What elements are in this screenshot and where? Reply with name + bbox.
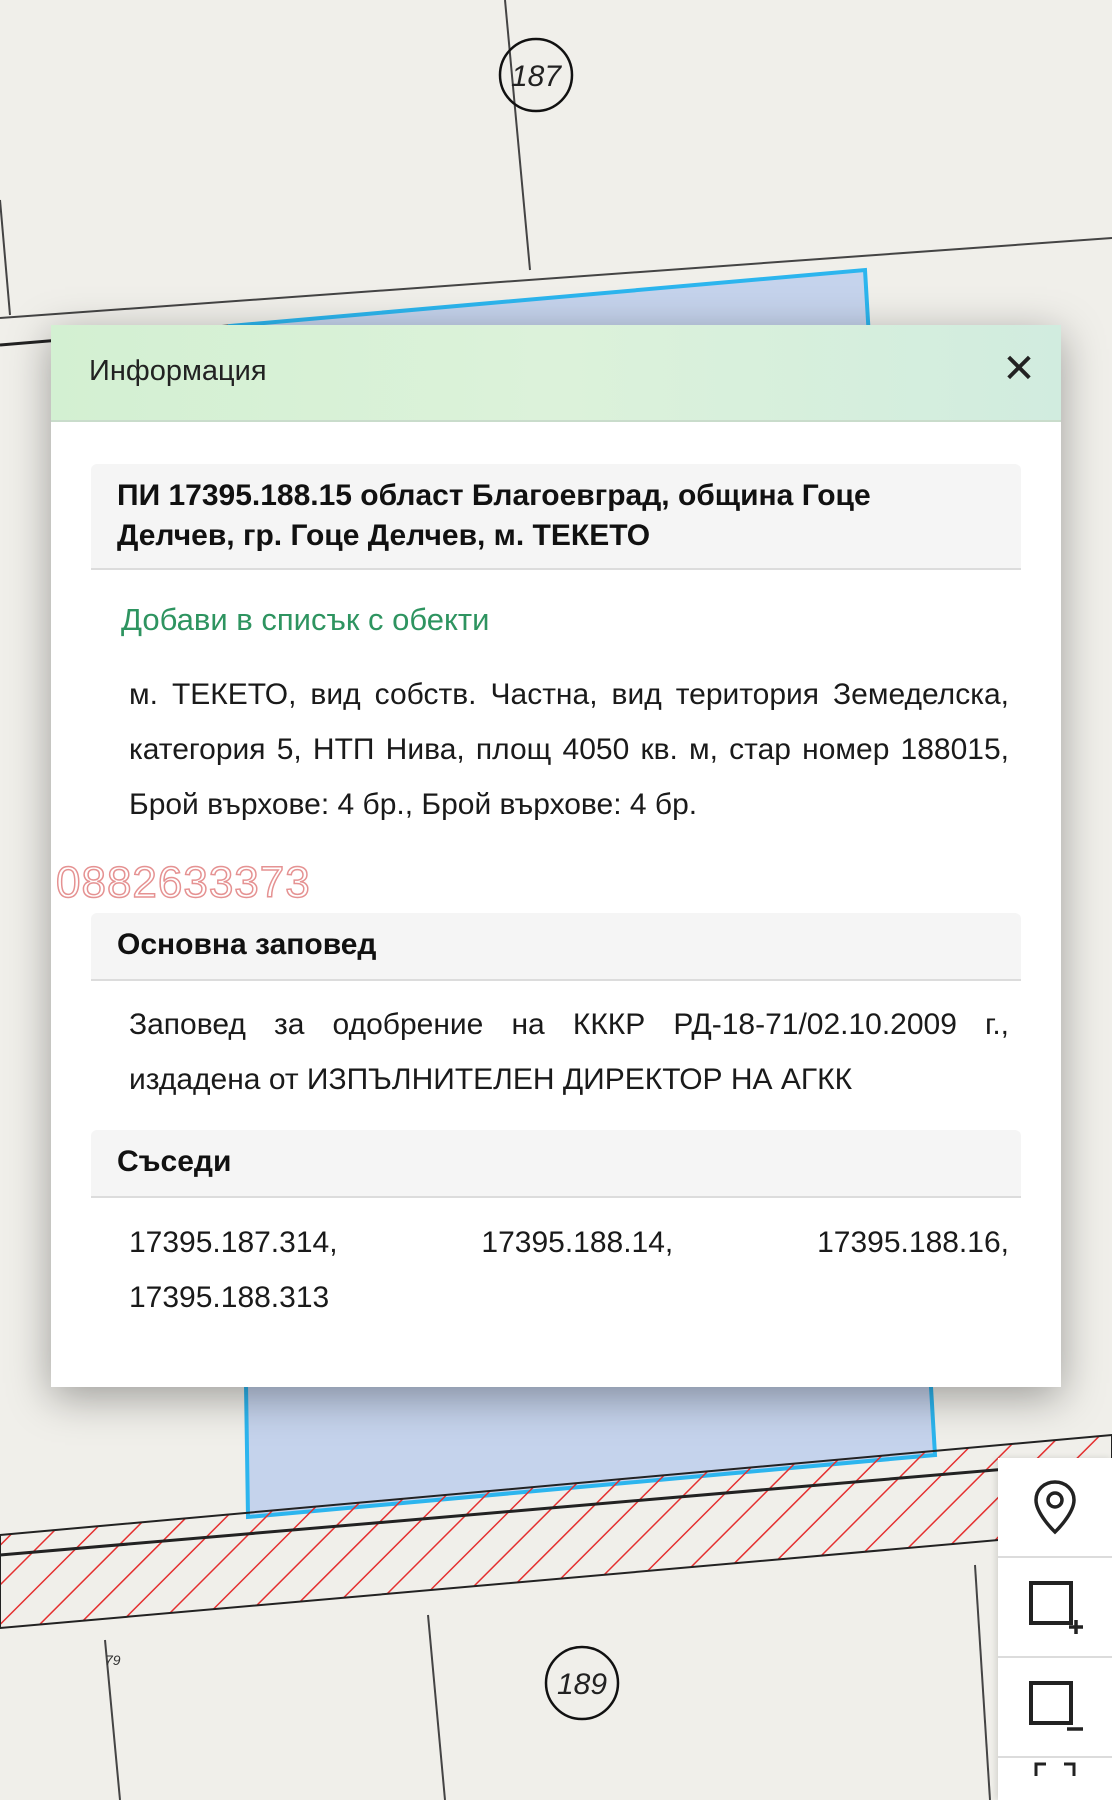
extent-icon[interactable] bbox=[998, 1758, 1112, 1800]
svg-text:187: 187 bbox=[511, 60, 562, 93]
svg-text:189: 189 bbox=[557, 1668, 607, 1701]
map-toolbar bbox=[998, 1458, 1112, 1800]
neighbors-list: 17395.187.314, 17395.188.14, 17395.188.1… bbox=[129, 1215, 1009, 1325]
neighbor-link[interactable]: 17395.188.313 bbox=[129, 1270, 329, 1325]
neighbor-link[interactable]: 17395.188.16, bbox=[817, 1215, 1009, 1270]
parcel-description: м. ТЕКЕТО, вид собств. Частна, вид терит… bbox=[129, 678, 1009, 821]
neighbors-heading: Съседи bbox=[91, 1130, 1021, 1198]
add-rectangle-icon[interactable] bbox=[998, 1558, 1112, 1658]
order-heading: Основна заповед bbox=[91, 913, 1021, 981]
location-pin-icon[interactable] bbox=[998, 1458, 1112, 1558]
order-text: Заповед за одобрение на КККР РД-18-71/02… bbox=[129, 1008, 1009, 1096]
small-parcel-label: 79 bbox=[105, 1652, 121, 1668]
neighbor-link[interactable]: 17395.188.14, bbox=[481, 1215, 673, 1270]
phone-watermark: 0882633373 bbox=[55, 857, 311, 908]
neighbor-link[interactable]: 17395.187.314, bbox=[129, 1215, 338, 1270]
dialog-header: Информация ✕ bbox=[51, 325, 1061, 422]
info-dialog: Информация ✕ ПИ 17395.188.15 област Благ… bbox=[51, 325, 1061, 1387]
parcel-heading: ПИ 17395.188.15 област Благоевград, общи… bbox=[91, 464, 1021, 570]
dialog-title: Информация bbox=[89, 355, 267, 387]
remove-rectangle-icon[interactable] bbox=[998, 1658, 1112, 1758]
add-to-list-link[interactable]: Добави в списък с обекти bbox=[121, 602, 489, 638]
close-icon[interactable]: ✕ bbox=[999, 349, 1039, 389]
